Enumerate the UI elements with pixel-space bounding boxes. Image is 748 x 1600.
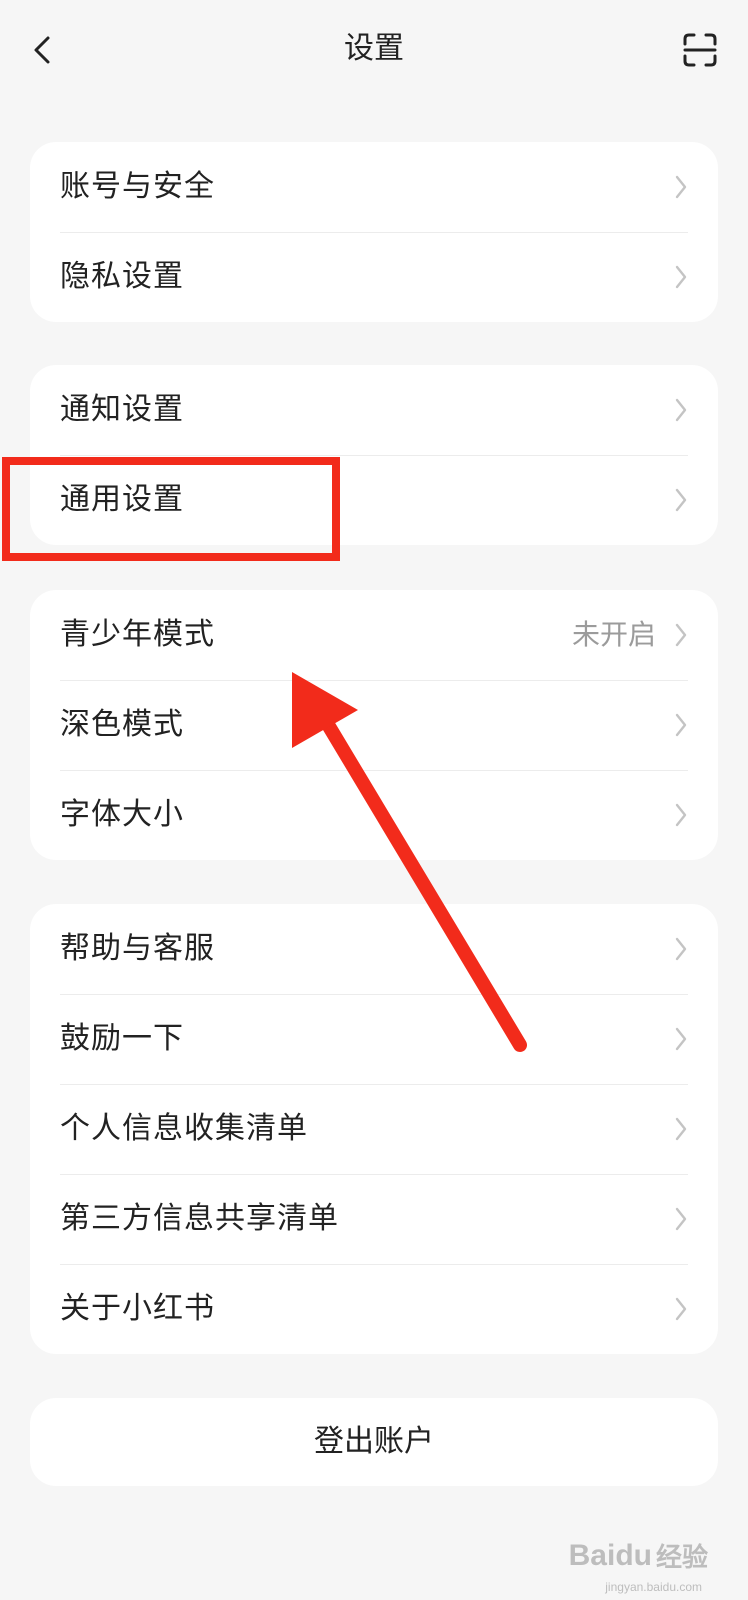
chevron-right-icon [675,488,687,512]
settings-group-display: 青少年模式 未开启 深色模式 字体大小 [30,590,718,860]
chevron-right-icon [675,1297,687,1321]
chevron-right-icon [675,1027,687,1051]
chevron-right-icon [675,803,687,827]
watermark-brand: Baidu [568,1538,652,1572]
baidu-watermark: Baidu 经验 [569,1537,708,1574]
menu-item-general-settings[interactable]: 通用设置 [30,455,718,545]
menu-item-help-support[interactable]: 帮助与客服 [30,904,718,994]
chevron-right-icon [675,623,687,647]
menu-item-label: 第三方信息共享清单 [60,1201,339,1236]
settings-group-account: 账号与安全 隐私设置 [30,142,718,322]
page-title: 设置 [344,31,404,66]
scan-icon [683,33,717,67]
chevron-right-icon [675,713,687,737]
menu-item-teen-mode[interactable]: 青少年模式 未开启 [30,590,718,680]
menu-item-about[interactable]: 关于小红书 [30,1264,718,1354]
chevron-right-icon [675,265,687,289]
chevron-right-icon [675,1117,687,1141]
menu-item-third-party-sharing-list[interactable]: 第三方信息共享清单 [30,1174,718,1264]
top-bar: 设置 [0,0,748,100]
menu-item-label: 帮助与客服 [60,931,215,966]
menu-item-label: 通知设置 [60,392,184,427]
menu-item-label: 账号与安全 [60,169,215,204]
settings-group-notifications: 通知设置 通用设置 [30,365,718,545]
menu-item-label: 个人信息收集清单 [60,1111,308,1146]
settings-group-about: 帮助与客服 鼓励一下 个人信息收集清单 第三方信息共享清单 关于小红书 [30,904,718,1354]
menu-item-label: 关于小红书 [60,1291,215,1326]
menu-item-privacy[interactable]: 隐私设置 [30,232,718,322]
chevron-right-icon [675,398,687,422]
chevron-right-icon [675,937,687,961]
menu-item-dark-mode[interactable]: 深色模式 [30,680,718,770]
menu-item-font-size[interactable]: 字体大小 [30,770,718,860]
menu-item-label: 深色模式 [60,707,184,742]
menu-item-label: 隐私设置 [60,259,184,294]
chevron-right-icon [675,175,687,199]
menu-item-encourage[interactable]: 鼓励一下 [30,994,718,1084]
scan-button[interactable] [678,28,722,72]
menu-item-personal-info-list[interactable]: 个人信息收集清单 [30,1084,718,1174]
menu-item-label: 字体大小 [60,797,184,832]
menu-item-notification-settings[interactable]: 通知设置 [30,365,718,455]
chevron-right-icon [675,1207,687,1231]
logout-button[interactable]: 登出账户 [30,1398,718,1486]
watermark-suffix: 经验 [655,1542,708,1572]
menu-item-account-security[interactable]: 账号与安全 [30,142,718,232]
menu-item-label: 通用设置 [60,482,184,517]
teen-mode-status: 未开启 [571,618,656,651]
watermark-url: jingyan.baidu.com [605,1580,702,1594]
menu-item-label: 鼓励一下 [60,1021,184,1056]
menu-item-label: 青少年模式 [60,617,215,652]
